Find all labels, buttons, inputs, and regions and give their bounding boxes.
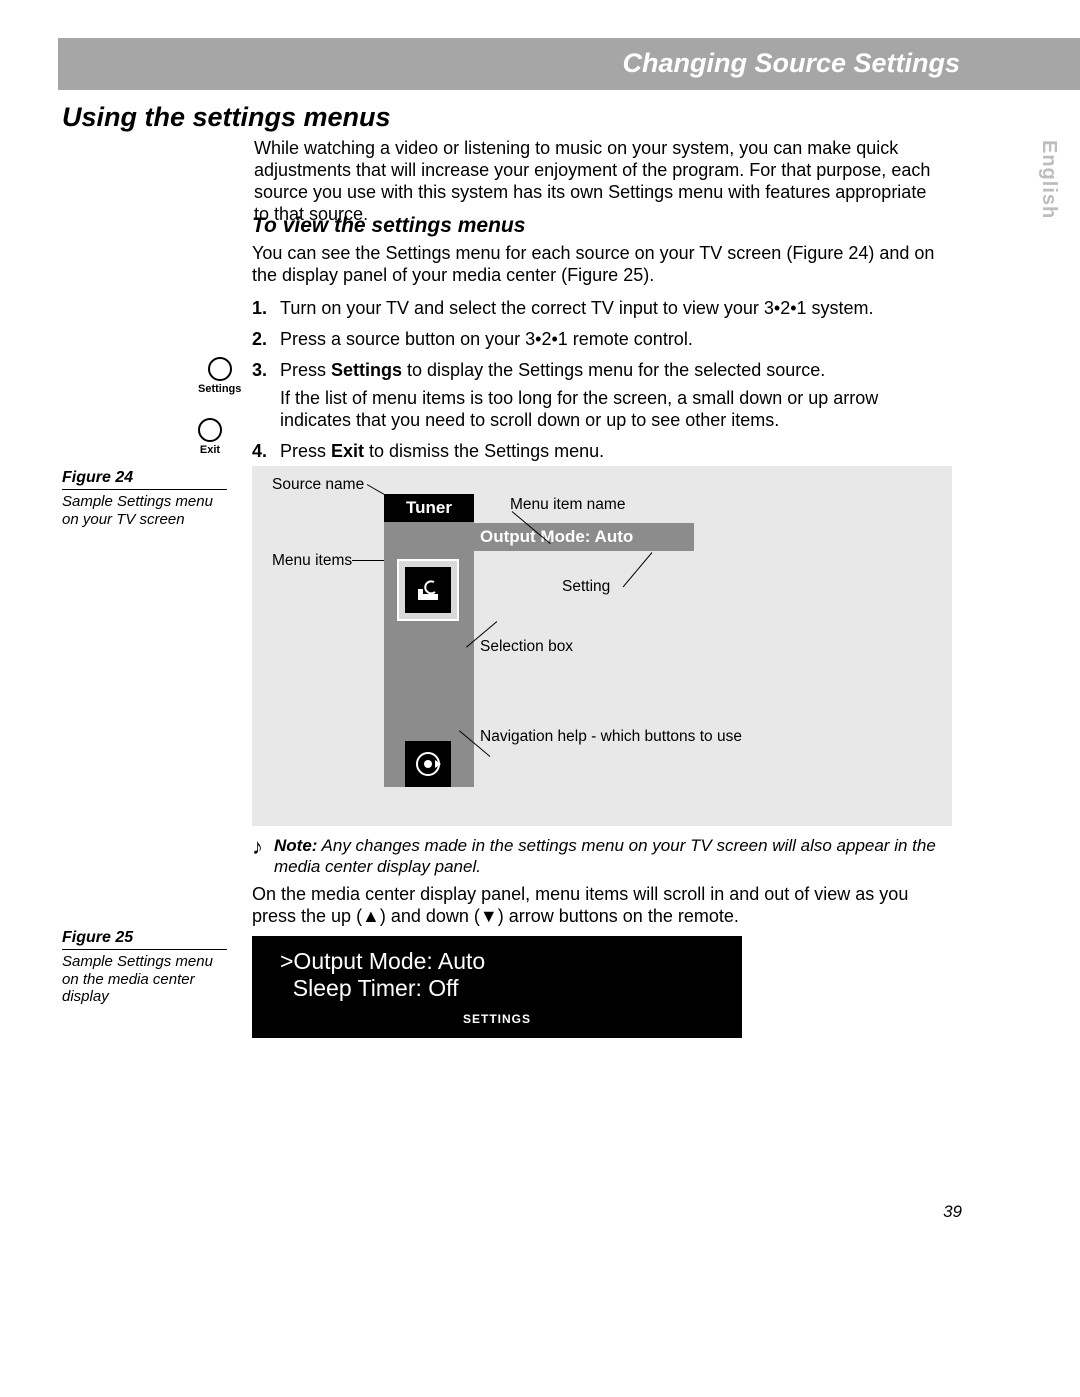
exit-button-icon: Exit <box>198 418 222 456</box>
figure-24-divider <box>62 489 227 490</box>
step-4: 4. Press Exit to dismiss the Settings me… <box>252 441 952 463</box>
figure-25-caption: Sample Settings menu on the media center… <box>62 953 232 1006</box>
selection-box <box>397 559 459 621</box>
display-line-1: >Output Mode: Auto <box>280 948 714 975</box>
sleep-icon <box>405 567 451 613</box>
step-3: 3. Press Settings to display the Setting… <box>252 360 952 432</box>
output-mode-bar: Output Mode: Auto <box>384 523 694 551</box>
note-text: Note: Any changes made in the settings m… <box>274 836 946 877</box>
display-footer: SETTINGS <box>280 1012 714 1026</box>
page-title: Using the settings menus <box>62 102 391 133</box>
setting-label: Setting <box>562 578 610 596</box>
figure-25-display: >Output Mode: Auto Sleep Timer: Off SETT… <box>252 936 742 1038</box>
step-1: 1. Turn on your TV and select the correc… <box>252 298 952 320</box>
figure-24-caption: Sample Settings menu on your TV screen <box>62 493 232 528</box>
page-number: 39 <box>943 1202 962 1222</box>
figure-25-divider <box>62 949 227 950</box>
circle-icon <box>208 357 232 381</box>
figure-24-label: Figure 24 <box>62 469 133 487</box>
header-cut <box>0 38 58 90</box>
nav-help-label: Navigation help - which buttons to use <box>480 728 742 746</box>
note-icon: ♪ <box>252 834 263 860</box>
tuner-tab: Tuner <box>384 494 474 522</box>
display-line-2: Sleep Timer: Off <box>280 975 714 1002</box>
step-2: 2. Press a source button on your 3•2•1 r… <box>252 329 952 351</box>
intro-paragraph: While watching a video or listening to m… <box>254 138 942 226</box>
after-note-paragraph: On the media center display panel, menu … <box>252 884 952 928</box>
language-tab: English <box>1037 140 1060 219</box>
step-list: 1. Turn on your TV and select the correc… <box>252 298 952 472</box>
settings-button-icon: Settings <box>198 357 241 395</box>
section-title: Changing Source Settings <box>622 48 960 79</box>
nav-icon <box>405 741 451 787</box>
sub-paragraph: You can see the Settings menu for each s… <box>252 243 952 287</box>
source-name-label: Source name <box>272 476 364 494</box>
circle-icon <box>198 418 222 442</box>
figure-25-label: Figure 25 <box>62 929 133 947</box>
menu-items-label: Menu items <box>272 552 352 570</box>
menu-item-name-label: Menu item name <box>510 496 625 514</box>
step-3-extra: If the list of menu items is too long fo… <box>280 388 952 432</box>
subheading: To view the settings menus <box>252 214 525 238</box>
figure-24-diagram: Source name Menu item name Menu items Se… <box>252 466 952 826</box>
selection-box-label: Selection box <box>480 638 573 656</box>
